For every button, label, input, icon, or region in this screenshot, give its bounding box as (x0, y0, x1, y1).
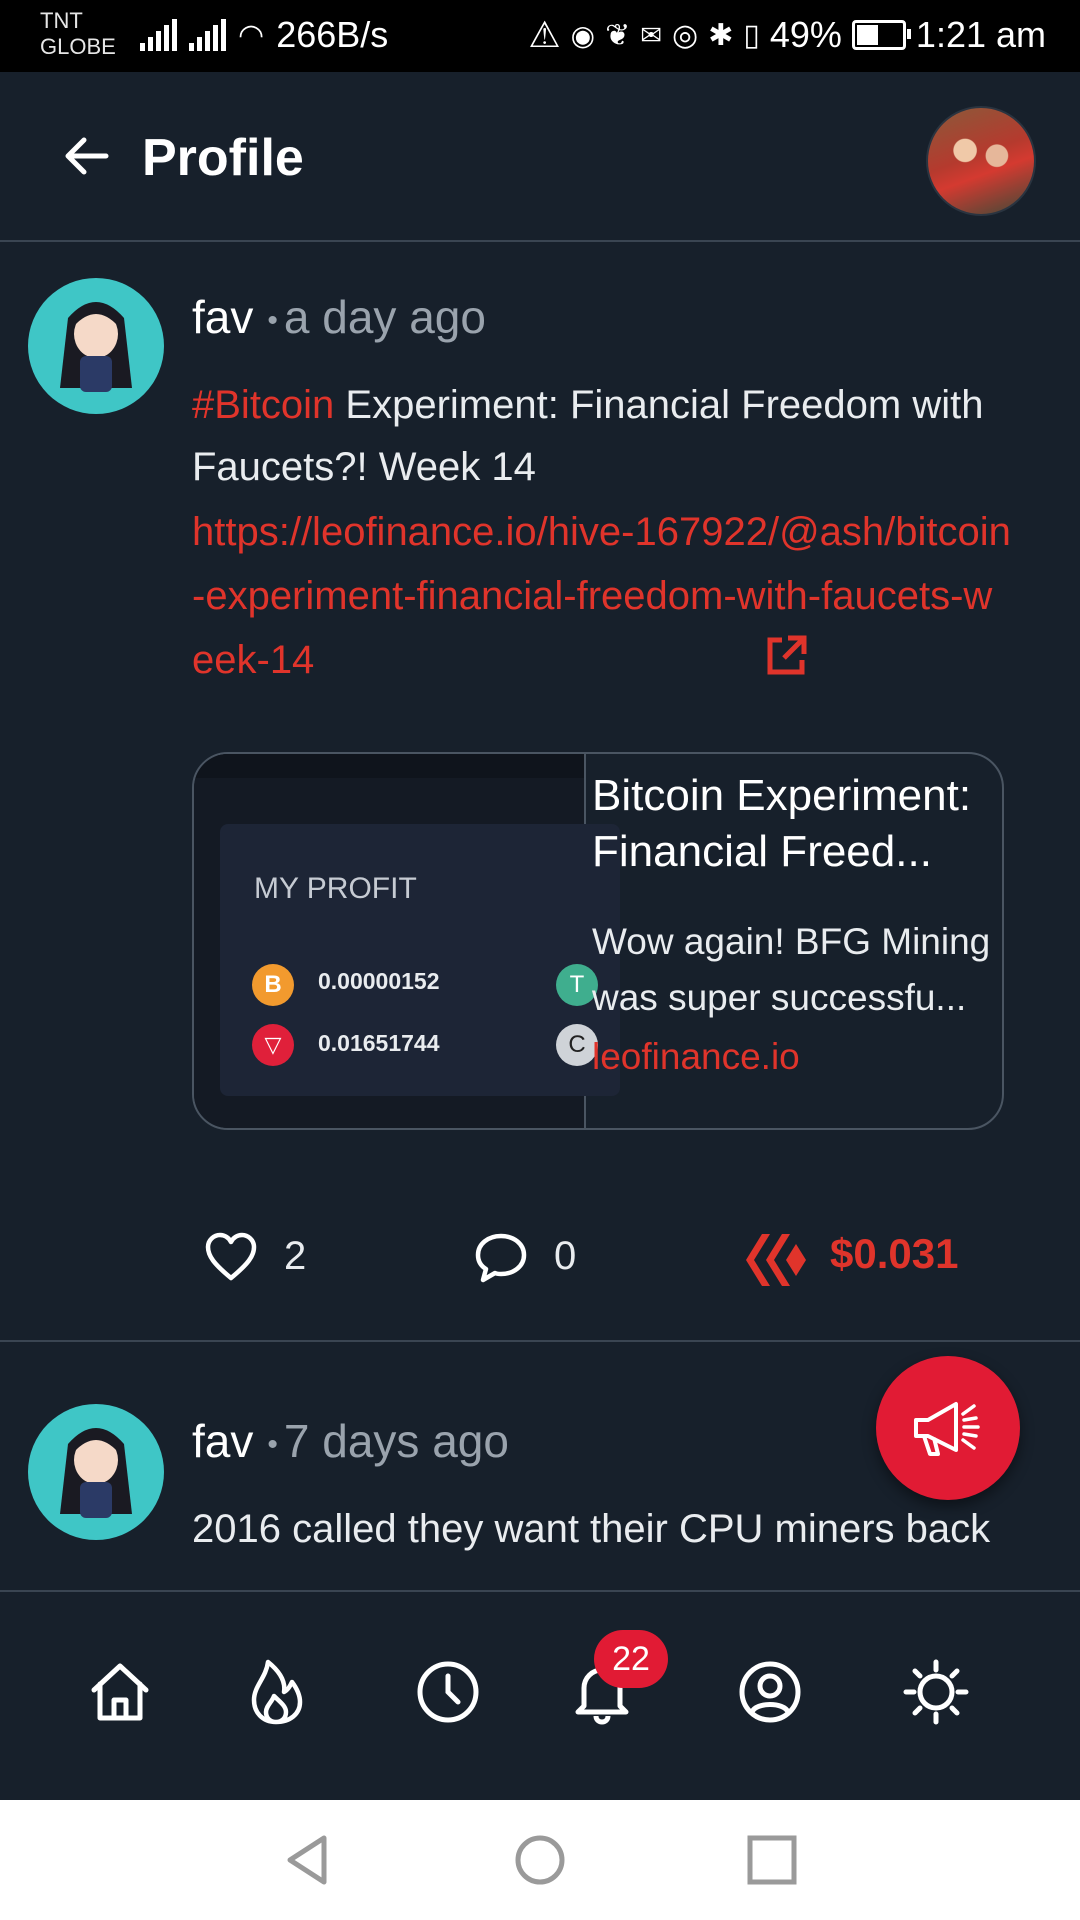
like-heart-icon[interactable] (204, 1232, 258, 1282)
app-header: Profile (0, 72, 1080, 242)
net-speed: 266B/s (276, 14, 389, 55)
like-count: 2 (284, 1234, 307, 1278)
payout-value[interactable]: $0.031 (830, 1230, 958, 1278)
battery-icon (851, 20, 911, 50)
mail-icon: ✉ (640, 19, 663, 50)
clock: 1:21 am (915, 14, 1046, 55)
recents-square-icon[interactable] (744, 1832, 800, 1888)
announce-fab-button[interactable] (876, 1356, 1020, 1500)
account-circle-icon[interactable] (734, 1656, 806, 1728)
wifi-icon: ◠ (238, 18, 265, 52)
card-domain: leofinance.io (592, 1036, 800, 1077)
post-username[interactable]: fav (192, 291, 253, 343)
home-icon[interactable] (84, 1656, 156, 1728)
post-url-link[interactable]: https://leofinance.io/hive-167922/@ash/b… (192, 510, 1011, 682)
clock-icon[interactable] (412, 1656, 484, 1728)
post-meta: fav • 7 days ago (192, 1415, 509, 1467)
card-title: Bitcoin Experiment: Financial Freed... (592, 771, 972, 876)
bottom-navigation: 22 (0, 1590, 1080, 1802)
back-triangle-icon[interactable] (280, 1832, 336, 1888)
thumbnail-panel: MY PROFIT B 0.00000152 ▽ 0.01651744 T C (220, 824, 620, 1096)
thumbnail-heading: MY PROFIT (254, 872, 417, 905)
link-preview-card[interactable]: MY PROFIT B 0.00000152 ▽ 0.01651744 T C … (192, 752, 1004, 1130)
theme-toggle-sun-icon[interactable] (900, 1656, 972, 1728)
post-url-block: https://leofinance.io/hive-167922/@ash/b… (192, 500, 1012, 692)
megaphone-icon (914, 1402, 980, 1456)
vibrate-icon: ▯ (743, 18, 760, 52)
status-icons-left: ◠ 266B/s (140, 14, 388, 56)
post-author-avatar[interactable] (28, 1404, 164, 1540)
comment-bubble-icon[interactable] (474, 1232, 528, 1284)
post-time: 7 days ago (283, 1415, 509, 1467)
anime-girl-icon (60, 1428, 132, 1518)
thumbnail-value: 0.00000152 (318, 968, 440, 994)
thumbnail-value: 0.01651744 (318, 1030, 440, 1056)
home-circle-icon[interactable] (512, 1832, 568, 1888)
bluetooth-icon: ✱ (708, 18, 734, 52)
post-body: 2016 called they want their CPU miners b… (192, 1507, 991, 1551)
hive-logo-icon (746, 1234, 806, 1286)
warning-icon: ⚠ (528, 14, 561, 55)
carrier-label: TNT GLOBE (40, 8, 116, 59)
post-divider (0, 1340, 1080, 1342)
battery-percent: 49% (769, 14, 842, 55)
external-link-icon[interactable] (764, 634, 808, 678)
status-bar: TNT GLOBE ◠ 266B/s ⚠ ◉ ❦ ✉ ◎ ✱ ▯ 49% 1:2… (0, 0, 1080, 72)
anime-girl-icon (60, 302, 132, 392)
signal-icon (140, 19, 177, 51)
page-title: Profile (142, 129, 304, 187)
back-arrow-icon[interactable] (62, 132, 110, 180)
signal-icon (189, 19, 226, 51)
card-description: Wow again! BFG Mining was super successf… (592, 921, 991, 1018)
hashtag-link[interactable]: #Bitcoin (192, 383, 334, 427)
notification-badge: 22 (594, 1630, 668, 1688)
game-icon: ◉ (570, 19, 596, 51)
post-body: #Bitcoin Experiment: Financial Freedom w… (192, 374, 1012, 498)
post-username[interactable]: fav (192, 1415, 253, 1467)
user-avatar[interactable] (926, 106, 1036, 216)
post-meta: fav • a day ago (192, 291, 486, 343)
twitter-icon: ❦ (605, 18, 631, 52)
post-author-avatar[interactable] (28, 278, 164, 414)
tron-icon: ▽ (252, 1024, 294, 1066)
bitcoin-icon: B (252, 964, 294, 1006)
comment-count: 0 (554, 1234, 577, 1278)
card-thumbnail: MY PROFIT B 0.00000152 ▽ 0.01651744 T C (194, 754, 620, 1128)
status-icons-right: ⚠ ◉ ❦ ✉ ◎ ✱ ▯ 49% 1:21 am (528, 14, 1046, 56)
eye-icon: ◎ (672, 18, 699, 52)
system-navigation-bar (0, 1800, 1080, 1920)
post-time: a day ago (283, 291, 486, 343)
trending-flame-icon[interactable] (240, 1656, 312, 1728)
